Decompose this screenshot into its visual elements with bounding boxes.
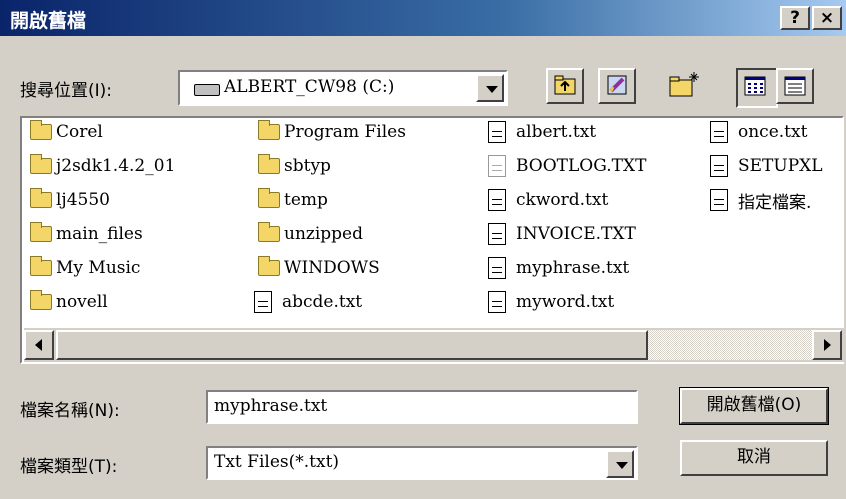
text-file-icon <box>710 189 728 211</box>
close-button[interactable]: × <box>812 6 842 30</box>
list-item[interactable]: ckword.txt <box>484 188 608 212</box>
list-view-button[interactable] <box>736 68 778 108</box>
folder-icon <box>258 188 280 208</box>
list-item[interactable]: j2sdk1.4.2_01 <box>30 154 175 178</box>
lookin-value: ALBERT_CW98 (C:) <box>224 77 395 97</box>
text-file-icon <box>710 121 728 143</box>
drive-icon <box>194 84 220 96</box>
list-item[interactable]: temp <box>258 188 328 212</box>
scroll-track[interactable] <box>648 330 812 360</box>
scroll-left-button[interactable] <box>24 330 54 360</box>
details-view-icon <box>784 76 806 96</box>
list-item[interactable]: unzipped <box>258 222 363 246</box>
filename-input[interactable]: myphrase.txt <box>206 390 638 424</box>
cancel-button[interactable]: 取消 <box>680 440 828 476</box>
list-item[interactable]: once.txt <box>706 120 807 144</box>
lookin-dropdown-button[interactable] <box>476 74 504 102</box>
new-folder-button[interactable] <box>664 68 702 104</box>
text-file-icon <box>488 223 506 245</box>
filetype-value: Txt Files(*.txt) <box>214 452 340 472</box>
scroll-right-button[interactable] <box>812 330 842 360</box>
folder-icon <box>30 256 52 276</box>
lookin-label: 搜尋位置(I): <box>20 81 113 101</box>
scroll-thumb[interactable] <box>56 330 648 360</box>
list-item[interactable]: Corel <box>30 120 103 144</box>
up-folder-button[interactable] <box>546 68 584 104</box>
text-file-icon <box>488 121 506 143</box>
list-item[interactable]: BOOTLOG.TXT <box>484 154 646 178</box>
list-item[interactable]: Program Files <box>258 120 406 144</box>
list-item[interactable]: abcde.txt <box>250 290 362 314</box>
filetype-select[interactable]: Txt Files(*.txt) <box>206 446 638 480</box>
desktop-icon <box>607 75 627 95</box>
filename-label: 檔案名稱(N): <box>20 401 120 421</box>
file-list[interactable]: Corel j2sdk1.4.2_01 lj4550 main_files My… <box>20 116 844 364</box>
text-file-icon <box>488 291 506 313</box>
folder-icon <box>30 120 52 140</box>
list-item[interactable]: sbtyp <box>258 154 331 178</box>
folder-icon <box>30 188 52 208</box>
folder-icon <box>30 290 52 310</box>
folder-icon <box>258 256 280 276</box>
title-bar[interactable]: 開啟舊檔 ? × <box>0 0 846 36</box>
help-button[interactable]: ? <box>780 6 810 30</box>
arrow-left-icon <box>35 339 42 351</box>
list-item[interactable]: main_files <box>30 222 143 246</box>
list-item[interactable]: myword.txt <box>484 290 614 314</box>
list-item[interactable]: albert.txt <box>484 120 596 144</box>
lookin-combobox[interactable]: ALBERT_CW98 (C:) <box>178 70 508 106</box>
folder-icon <box>30 222 52 242</box>
new-folder-icon <box>669 72 699 97</box>
arrow-right-icon <box>824 339 831 351</box>
filetype-label: 檔案類型(T): <box>20 457 118 477</box>
text-file-icon <box>488 189 506 211</box>
filetype-dropdown-button[interactable] <box>606 450 634 478</box>
list-item[interactable]: 指定檔案. <box>706 188 811 213</box>
up-folder-icon <box>554 75 576 95</box>
horizontal-scrollbar[interactable] <box>24 328 844 362</box>
text-file-icon <box>710 155 728 177</box>
text-file-icon <box>488 155 506 177</box>
text-file-icon <box>488 257 506 279</box>
details-view-button[interactable] <box>776 68 814 104</box>
list-item[interactable]: myphrase.txt <box>484 256 629 280</box>
folder-icon <box>258 120 280 140</box>
list-view-icon <box>744 76 766 96</box>
list-item[interactable]: INVOICE.TXT <box>484 222 636 246</box>
desktop-button[interactable] <box>598 68 636 104</box>
window-title: 開啟舊檔 <box>10 10 87 32</box>
folder-icon <box>258 222 280 242</box>
list-item[interactable]: SETUPXL <box>706 154 823 178</box>
list-item[interactable]: WINDOWS <box>258 256 380 280</box>
list-item[interactable]: novell <box>30 290 108 314</box>
list-item[interactable]: My Music <box>30 256 140 280</box>
file-column-4: once.txt SETUPXL 指定檔案. <box>702 118 842 324</box>
folder-icon <box>258 154 280 174</box>
text-file-icon <box>254 291 272 313</box>
folder-icon <box>30 154 52 174</box>
open-button[interactable]: 開啟舊檔(O) <box>679 387 829 425</box>
list-item[interactable]: lj4550 <box>30 188 110 212</box>
